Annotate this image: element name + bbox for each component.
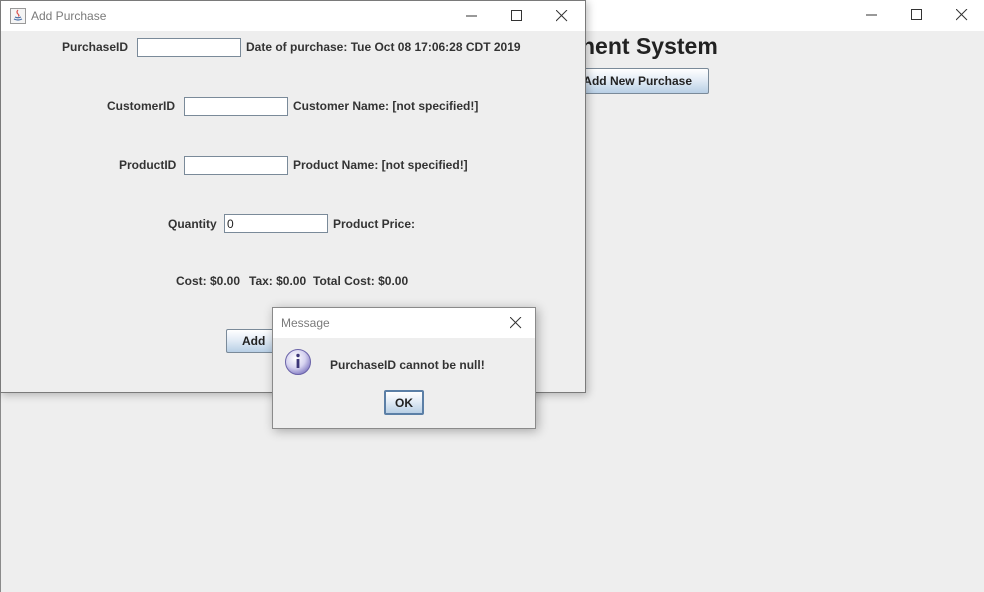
tax-label: Tax: $0.00 [249,274,307,288]
purchase-id-input[interactable] [137,38,241,57]
maximize-button[interactable] [494,1,540,31]
purchase-id-label: PurchaseID [62,40,129,54]
window-title: Add Purchase [31,9,107,23]
add-new-purchase-button[interactable]: Add New Purchase [573,68,709,94]
date-of-purchase-label: Date of purchase: Tue Oct 08 17:06:28 CD… [246,40,521,54]
close-icon [956,9,968,21]
message-text: PurchaseID cannot be null! [330,358,485,372]
minimize-icon [466,15,477,17]
close-icon [510,317,522,329]
ok-button[interactable]: OK [384,390,424,415]
customer-id-label: CustomerID [107,99,176,113]
product-price-label: Product Price: [333,217,416,231]
maximize-button[interactable] [894,0,940,30]
quantity-label: Quantity [168,217,217,231]
quantity-input[interactable] [224,214,328,233]
customer-id-input[interactable] [184,97,288,116]
customer-name-label: Customer Name: [not specified!] [293,99,479,113]
close-button[interactable] [497,308,535,338]
message-dialog: Message PurchaseID cannot be null! OK [272,307,536,429]
product-id-input[interactable] [184,156,288,175]
minimize-button[interactable] [449,1,495,31]
maximize-icon [511,10,522,21]
close-icon [556,10,568,22]
minimize-icon [866,14,877,16]
info-icon [285,349,311,375]
minimize-button[interactable] [849,0,895,30]
page-title: nent System [581,33,718,59]
close-button[interactable] [539,1,585,31]
total-cost-label: Total Cost: $0.00 [313,274,409,288]
message-titlebar: Message [273,308,535,338]
add-purchase-titlebar: Add Purchase [1,1,585,31]
java-icon [10,8,26,24]
cost-label: Cost: $0.00 [176,274,241,288]
maximize-icon [911,9,922,20]
message-title: Message [281,316,330,330]
product-name-label: Product Name: [not specified!] [293,158,468,172]
product-id-label: ProductID [119,158,177,172]
close-button[interactable] [939,0,984,30]
